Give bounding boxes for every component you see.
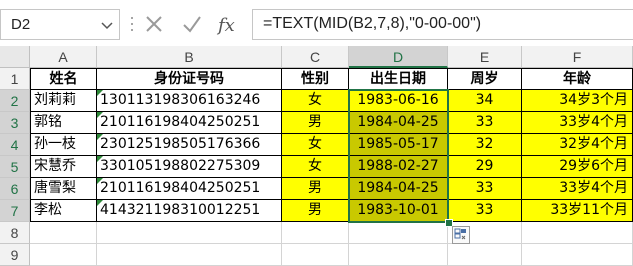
cell-age[interactable]: 32岁4个月 (522, 134, 633, 156)
cell-full-age[interactable]: 33 (448, 200, 522, 222)
error-indicator-icon (97, 134, 103, 140)
row-header-4[interactable]: 4 (0, 134, 30, 156)
cell-birth-date[interactable]: 1988-02-27 (349, 156, 448, 178)
column-header-c[interactable]: C (282, 46, 349, 68)
cell-id-number-text: 230125198505176366 (100, 136, 261, 152)
cell-gender[interactable]: 男 (282, 200, 349, 222)
cell-birth-date[interactable]: 1984-04-25 (349, 112, 448, 134)
formula-bar: D2 fx =TEXT(MID(B2,7,8),"0-00-00") (0, 0, 633, 46)
cell-id-number[interactable]: 330105198802275309 (97, 156, 282, 178)
error-indicator-icon (97, 156, 103, 162)
row-header-1[interactable]: 1 (0, 68, 30, 90)
empty-cell[interactable] (349, 244, 448, 266)
header-cell-birth-date[interactable]: 出生日期 (349, 68, 448, 90)
empty-cell[interactable] (448, 244, 522, 266)
cell-name[interactable]: 刘莉莉 (30, 90, 97, 112)
cell-gender[interactable]: 女 (282, 134, 349, 156)
cell-age[interactable]: 29岁6个月 (522, 156, 633, 178)
cell-name[interactable]: 孙一枝 (30, 134, 97, 156)
cell-name[interactable]: 唐雪梨 (30, 178, 97, 200)
empty-cell[interactable] (97, 222, 282, 244)
cell-full-age[interactable]: 33 (448, 178, 522, 200)
row-header-8[interactable]: 8 (0, 222, 30, 244)
header-cell-age[interactable]: 年龄 (522, 68, 633, 90)
cell-birth-date[interactable]: 1984-04-25 (349, 178, 448, 200)
row-header-2[interactable]: 2 (0, 90, 30, 112)
cell-birth-date[interactable]: 1985-05-17 (349, 134, 448, 156)
grip-icon (131, 17, 133, 31)
row-header-5[interactable]: 5 (0, 156, 30, 178)
check-icon[interactable] (180, 12, 204, 36)
column-header-e[interactable]: E (448, 46, 522, 68)
cell-id-number-text: 130113198306163246 (100, 92, 261, 108)
row-header-7[interactable]: 7 (0, 200, 30, 222)
row-header-6[interactable]: 6 (0, 178, 30, 200)
cell-name[interactable]: 郭铭 (30, 112, 97, 134)
cell-full-age[interactable]: 33 (448, 112, 522, 134)
cell-full-age[interactable]: 29 (448, 156, 522, 178)
cell-birth-date[interactable]: 1983-10-01 (349, 200, 448, 222)
cell-full-age[interactable]: 32 (448, 134, 522, 156)
error-indicator-icon (97, 178, 103, 184)
cell-id-number-text: 330105198802275309 (100, 158, 261, 174)
cell-id-number[interactable]: 210116198404250251 (97, 112, 282, 134)
cell-age[interactable]: 34岁3个月 (522, 90, 633, 112)
row-header-9[interactable]: 9 (0, 244, 30, 266)
select-all-corner[interactable] (0, 46, 30, 68)
cell-gender[interactable]: 女 (282, 156, 349, 178)
formula-input[interactable]: =TEXT(MID(B2,7,8),"0-00-00") (252, 9, 633, 40)
cell-full-age[interactable]: 34 (448, 90, 522, 112)
function-icon[interactable]: fx (216, 12, 240, 36)
cell-gender[interactable]: 男 (282, 112, 349, 134)
error-indicator-icon (97, 112, 103, 118)
cell-gender[interactable]: 男 (282, 178, 349, 200)
cell-id-number-text: 414321198310012251 (100, 202, 261, 218)
cell-name[interactable]: 李松 (30, 200, 97, 222)
empty-cell[interactable] (349, 222, 448, 244)
close-icon[interactable] (142, 12, 166, 36)
header-cell-name[interactable]: 姓名 (30, 68, 97, 90)
cell-id-number[interactable]: 210116198404250251 (97, 178, 282, 200)
function-icon-label: fx (216, 15, 235, 36)
cell-id-number[interactable]: 230125198505176366 (97, 134, 282, 156)
cell-birth-date-active[interactable]: 1983-06-16 (349, 90, 448, 112)
empty-cell[interactable] (522, 222, 633, 244)
cell-age[interactable]: 33岁11个月 (522, 200, 633, 222)
cell-id-number[interactable]: 414321198310012251 (97, 200, 282, 222)
column-header-d[interactable]: D (349, 46, 448, 68)
formula-text: =TEXT(MID(B2,7,8),"0-00-00") (263, 15, 482, 32)
error-indicator-icon (97, 90, 103, 96)
cell-id-number-text: 210116198404250251 (100, 114, 261, 130)
cell-age[interactable]: 33岁4个月 (522, 178, 633, 200)
name-box[interactable]: D2 (0, 9, 120, 40)
header-cell-gender[interactable]: 性别 (282, 68, 349, 90)
cell-id-number[interactable]: 130113198306163246 (97, 90, 282, 112)
name-box-value: D2 (11, 16, 31, 33)
quick-analysis-button[interactable] (452, 226, 470, 244)
header-cell-full-age[interactable]: 周岁 (448, 68, 522, 90)
column-header-a[interactable]: A (30, 46, 97, 68)
row-header-3[interactable]: 3 (0, 112, 30, 134)
error-indicator-icon (97, 200, 103, 206)
empty-cell[interactable] (282, 222, 349, 244)
cell-name[interactable]: 宋慧乔 (30, 156, 97, 178)
empty-cell[interactable] (522, 244, 633, 266)
empty-cell[interactable] (282, 244, 349, 266)
quick-analysis-icon (454, 228, 466, 240)
cell-id-number-text: 210116198404250251 (100, 180, 261, 196)
column-header-f[interactable]: F (522, 46, 633, 68)
cell-age[interactable]: 33岁4个月 (522, 112, 633, 134)
cell-gender[interactable]: 女 (282, 90, 349, 112)
empty-cell[interactable] (30, 222, 97, 244)
chevron-down-icon[interactable] (97, 16, 117, 34)
header-cell-id-number[interactable]: 身份证号码 (97, 68, 282, 90)
column-header-b[interactable]: B (97, 46, 282, 68)
empty-cell[interactable] (30, 244, 97, 266)
empty-cell[interactable] (97, 244, 282, 266)
